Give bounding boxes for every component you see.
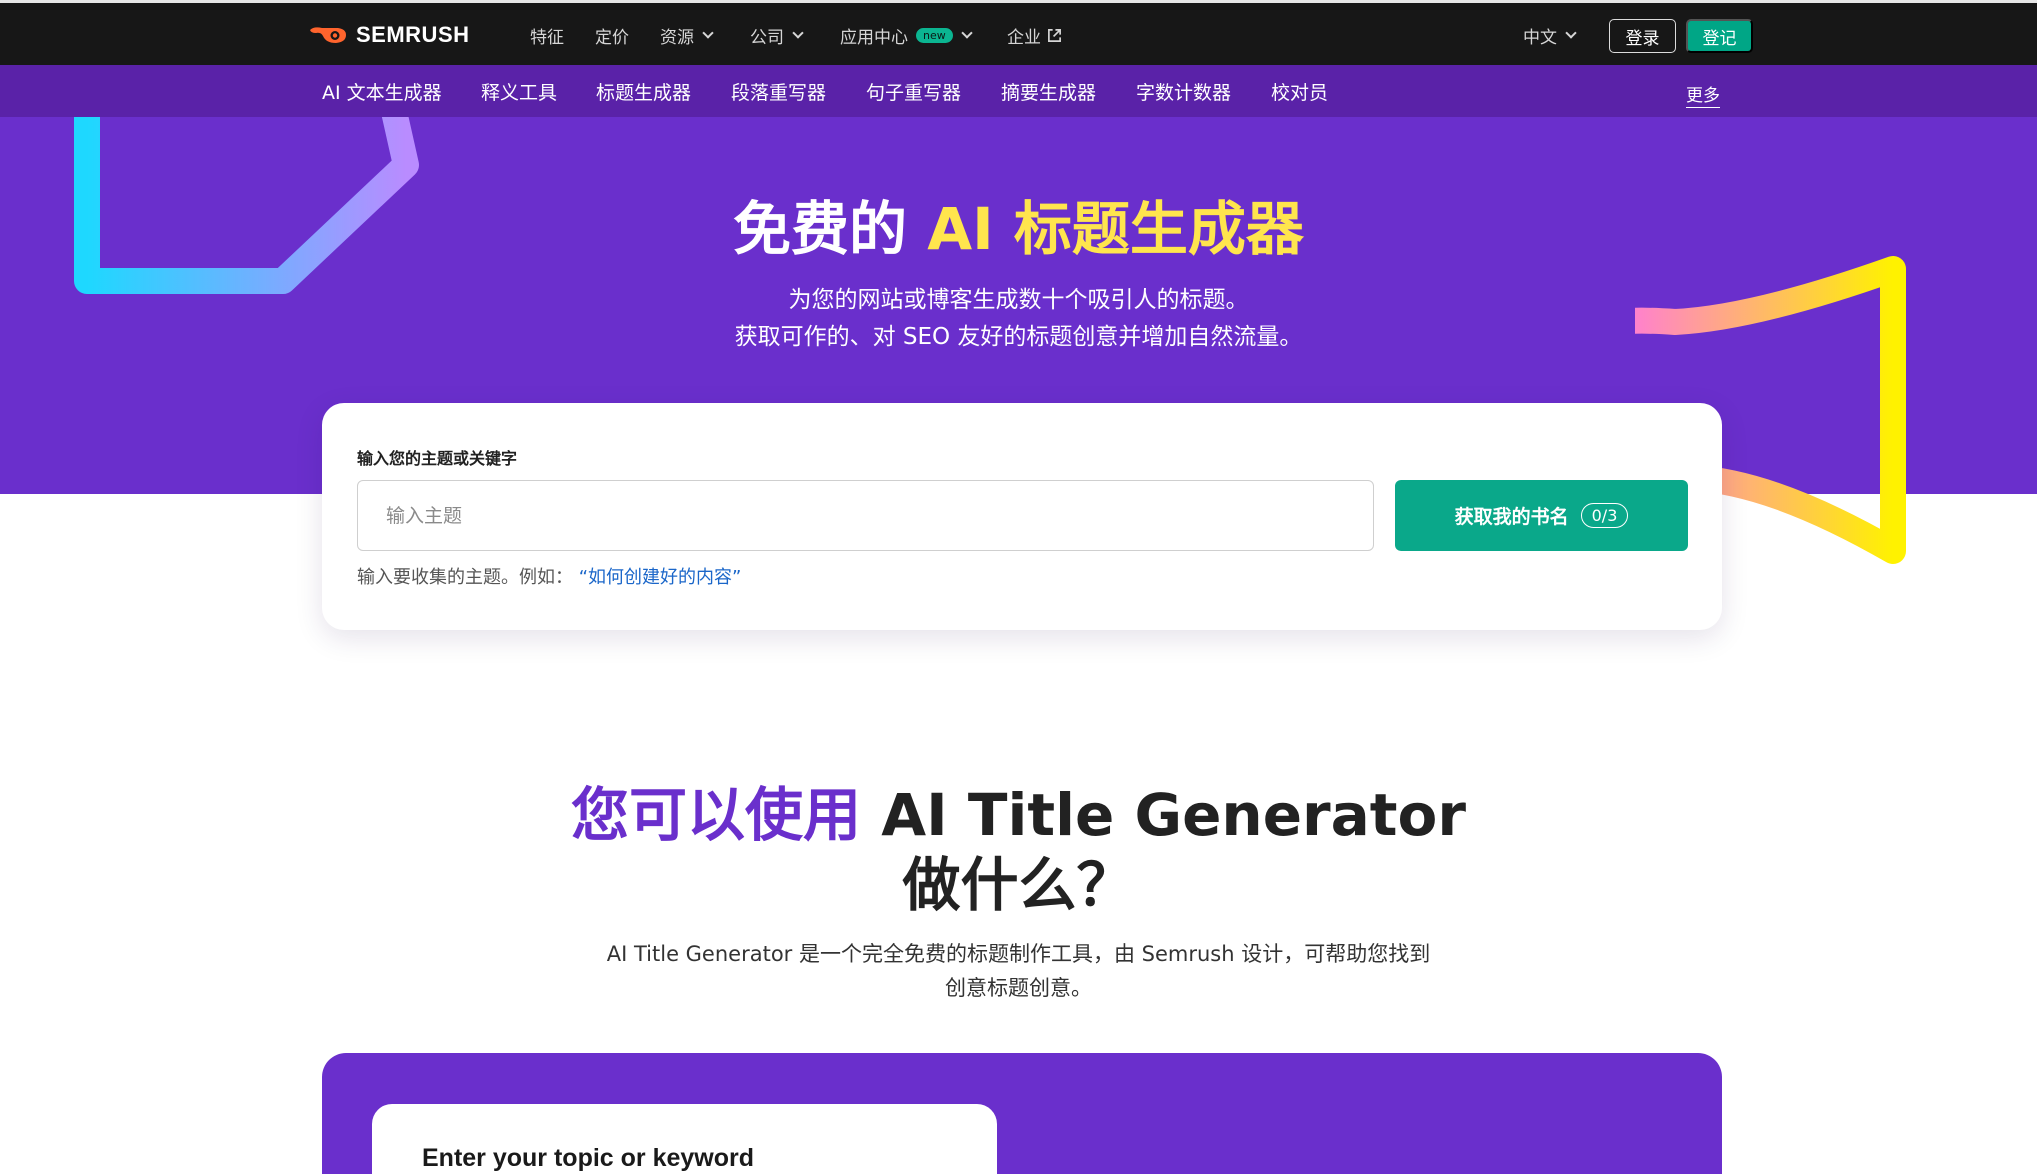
semrush-logo-icon xyxy=(310,27,346,43)
chevron-down-icon xyxy=(961,27,973,39)
login-button[interactable]: 登录 xyxy=(1609,19,1676,53)
language-label: 中文 xyxy=(1523,28,1557,48)
subnav-sentence-rewriter[interactable]: 句子重写器 xyxy=(866,78,961,105)
external-link-icon xyxy=(1048,29,1061,42)
topic-field-label: 输入您的主题或关键字 xyxy=(357,449,518,468)
hint-prefix: 输入要收集的主题。例如： xyxy=(357,567,573,588)
nav-company[interactable]: 公司 xyxy=(750,23,804,48)
feature-demo-block: Enter your topic or keyword xyxy=(322,1053,1722,1174)
chevron-down-icon xyxy=(1565,27,1577,39)
topic-input[interactable] xyxy=(357,480,1374,551)
chevron-down-icon xyxy=(702,27,714,39)
feature-demo-card: Enter your topic or keyword xyxy=(372,1104,997,1174)
signup-button[interactable]: 登记 xyxy=(1686,19,1753,53)
section-description-line1: AI Title Generator 是一个完全免费的标题制作工具，由 Semr… xyxy=(606,942,1431,966)
section-description-line2: 创意标题创意。 xyxy=(945,976,1092,1000)
subnav-paragraph-rewriter[interactable]: 段落重写器 xyxy=(731,78,826,105)
nav-features[interactable]: 特征 xyxy=(530,23,564,48)
get-titles-button[interactable]: 获取我的书名 0/3 xyxy=(1395,480,1688,551)
nav-features-label: 特征 xyxy=(530,28,564,48)
nav-enterprise-label: 企业 xyxy=(1007,28,1041,48)
feature-card-label: Enter your topic or keyword xyxy=(422,1144,755,1172)
nav-app-center[interactable]: 应用中心 new xyxy=(840,23,973,48)
subnav-ai-text-generator[interactable]: AI 文本生成器 xyxy=(322,78,442,105)
language-selector[interactable]: 中文 xyxy=(1523,23,1577,48)
subnav-title-generator[interactable]: 标题生成器 xyxy=(596,78,691,105)
title-generator-form: 输入您的主题或关键字 获取我的书名 0/3 输入要收集的主题。例如： “如何创建… xyxy=(322,403,1722,630)
chevron-down-icon xyxy=(792,27,804,39)
top-navbar: SEMRUSH 特征 定价 资源 公司 应用中心 new 企业 中文 登录 登记 xyxy=(0,0,2037,65)
nav-app-center-label: 应用中心 xyxy=(840,28,908,48)
nav-pricing-label: 定价 xyxy=(595,28,629,48)
nav-company-label: 公司 xyxy=(750,28,784,48)
brand-name: SEMRUSH xyxy=(356,22,470,47)
get-titles-button-label: 获取我的书名 xyxy=(1454,506,1569,528)
section-title-line2: 做什么？ xyxy=(902,851,1135,919)
subnav-more-link[interactable]: 更多 xyxy=(1686,81,1720,108)
hero-title-highlight: AI 标题生成器 xyxy=(927,195,1304,263)
nav-pricing[interactable]: 定价 xyxy=(595,23,629,48)
new-badge: new xyxy=(916,28,953,43)
subnav-paraphrase-tool[interactable]: 释义工具 xyxy=(481,78,557,105)
subnav-summary-generator[interactable]: 摘要生成器 xyxy=(1001,78,1096,105)
input-hint: 输入要收集的主题。例如： “如何创建好的内容” xyxy=(357,563,741,589)
nav-resources-label: 资源 xyxy=(660,28,694,48)
hero-title-prefix: 免费的 xyxy=(733,195,908,263)
semrush-logo[interactable]: SEMRUSH xyxy=(308,21,470,49)
subnav-word-counter[interactable]: 字数计数器 xyxy=(1136,78,1231,105)
nav-enterprise[interactable]: 企业 xyxy=(1007,23,1062,48)
usage-counter-badge: 0/3 xyxy=(1580,503,1629,528)
nav-resources[interactable]: 资源 xyxy=(660,23,714,48)
subnav-proofreader[interactable]: 校对员 xyxy=(1271,78,1328,105)
example-topic-link[interactable]: “如何创建好的内容” xyxy=(579,567,742,588)
tools-subnav: AI 文本生成器 释义工具 标题生成器 段落重写器 句子重写器 摘要生成器 字数… xyxy=(0,65,2037,117)
